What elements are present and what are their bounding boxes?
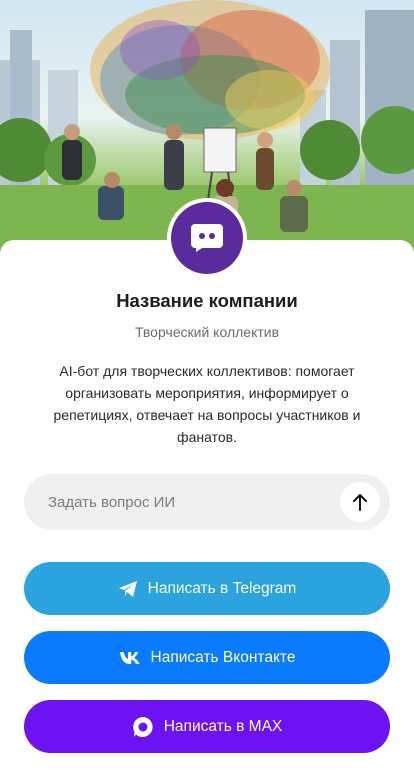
max-button[interactable]: Написать в MAX [24, 700, 390, 753]
telegram-button[interactable]: Написать в Telegram [24, 562, 390, 615]
chat-bot-icon [191, 224, 223, 252]
max-icon [132, 716, 153, 737]
telegram-icon [118, 580, 137, 597]
company-subtitle: Творческий коллектив [134, 324, 280, 340]
max-button-label: Написать в MAX [163, 717, 283, 735]
vk-icon [119, 651, 140, 664]
company-avatar [167, 198, 247, 278]
arrow-up-icon [353, 494, 367, 511]
vk-button-label: Написать Вконтакте [150, 648, 296, 666]
company-name: Название компании [116, 290, 298, 311]
ask-ai-field [24, 474, 390, 530]
vk-button[interactable]: Написать Вконтакте [24, 631, 390, 684]
ask-ai-input[interactable] [48, 493, 340, 511]
company-description: AI-бот для творческих коллективов: помог… [53, 363, 361, 445]
send-button[interactable] [340, 482, 380, 522]
avatar [171, 202, 243, 274]
telegram-button-label: Написать в Telegram [147, 579, 297, 597]
